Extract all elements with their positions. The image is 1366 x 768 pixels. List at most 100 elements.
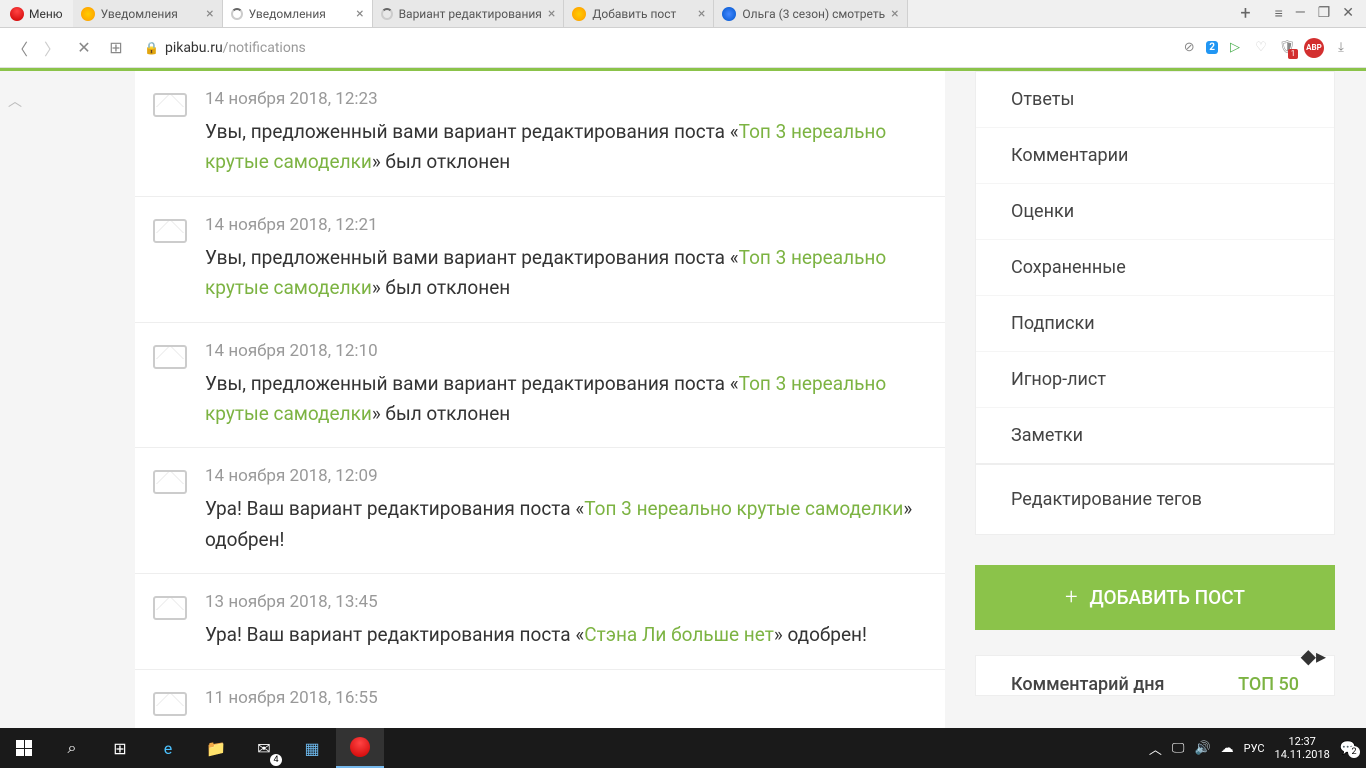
stop-button[interactable]: ✕ <box>72 36 96 60</box>
comment-of-day-widget: Комментарий дня ТОП 50 <box>975 655 1335 696</box>
browser-tab[interactable]: Уведомления × <box>223 0 373 27</box>
app-button[interactable]: ▦ <box>288 728 336 768</box>
tray-cloud-icon[interactable]: ☁ <box>1221 741 1234 756</box>
url-input[interactable]: 🔒 pikabu.ru/notifications <box>136 36 1164 60</box>
notification-date: 14 ноября 2018, 12:21 <box>205 215 925 235</box>
notification-date: 14 ноября 2018, 12:23 <box>205 89 925 109</box>
tab-favicon <box>722 7 736 21</box>
post-link[interactable]: Топ 3 нереально крутые самоделки <box>205 372 886 425</box>
heart-icon[interactable]: ♡ <box>1252 39 1270 57</box>
post-link[interactable]: Топ 3 нереально крутые самоделки <box>584 497 903 520</box>
scroll-top-button[interactable]: ︿ <box>8 91 22 111</box>
notification-date: 14 ноября 2018, 12:09 <box>205 466 925 486</box>
tab-close-icon[interactable]: × <box>206 6 213 22</box>
tray-volume-icon[interactable]: 🔊 <box>1194 741 1210 756</box>
sidebar-item[interactable]: Комментарии <box>976 128 1334 184</box>
clock[interactable]: 12:37 14.11.2018 <box>1275 735 1330 761</box>
back-button[interactable]: 〈 <box>8 36 32 60</box>
notification-item: 14 ноября 2018, 12:09 Ура! Ваш вариант ре… <box>135 448 945 574</box>
language-indicator[interactable]: РУС <box>1244 742 1265 755</box>
post-link[interactable]: Топ 3 нереально крутые самоделки <box>205 120 886 173</box>
menu-label: Меню <box>29 7 63 21</box>
sidebar-item[interactable]: Заметки <box>976 408 1334 463</box>
browser-tab[interactable]: Ольга (3 сезон) смотреть × <box>714 0 907 27</box>
start-button[interactable] <box>0 728 48 768</box>
search-button[interactable]: ⌕ <box>48 728 96 768</box>
tab-close-icon[interactable]: × <box>356 6 363 22</box>
explorer-button[interactable]: 📁 <box>192 728 240 768</box>
shield-icon[interactable]: 🛡1 <box>1278 39 1296 57</box>
post-link[interactable]: Стэна Ли больше нет <box>584 623 774 646</box>
opera-menu-button[interactable]: Меню <box>0 0 73 27</box>
tab-title: Добавить пост <box>592 7 692 21</box>
opera-taskbar-button[interactable] <box>336 728 384 768</box>
browser-tab[interactable]: Уведомления× <box>73 0 223 27</box>
sidebar-item[interactable]: Сохраненные <box>976 240 1334 296</box>
abp-icon[interactable]: ABP <box>1304 38 1324 58</box>
browser-tab[interactable]: Вариант редактирования × <box>373 0 565 27</box>
envelope-icon <box>135 89 205 178</box>
sidebar-item[interactable]: Оценки <box>976 184 1334 240</box>
tab-favicon <box>231 8 243 20</box>
comment-day-title: Комментарий дня <box>1011 674 1165 695</box>
sidebar-toggle-icon[interactable]: ≡ <box>1275 5 1283 22</box>
add-post-label: ДОБАВИТЬ ПОСТ <box>1090 586 1245 609</box>
notification-date: 11 ноября 2018, 16:55 <box>205 688 925 708</box>
notification-text: Увы, предложенный вами вариант редактиро… <box>205 369 925 430</box>
paint-bucket-icon[interactable]: ◆▸ <box>1301 644 1326 668</box>
notification-text: Увы, предложенный вами вариант редактиро… <box>205 243 925 304</box>
sidebar-item[interactable]: Подписки <box>976 296 1334 352</box>
tab-close-icon[interactable]: × <box>698 6 705 22</box>
tray-display-icon[interactable]: 🖵 <box>1172 741 1185 756</box>
task-view-button[interactable]: ⊞ <box>96 728 144 768</box>
forward-button[interactable]: 〉 <box>40 36 64 60</box>
sidebar-item-tag-edit[interactable]: Редактирование тегов <box>976 465 1334 534</box>
browser-tab[interactable]: Добавить пост × <box>564 0 714 27</box>
minimize-button[interactable]: — <box>1295 5 1306 22</box>
action-center-icon[interactable]: 💬2 <box>1340 741 1356 756</box>
notification-text: Увы, предложенный вами вариант редактиро… <box>205 117 925 178</box>
sidebar-menu: ОтветыКомментарииОценкиСохраненныеПодпис… <box>975 71 1335 464</box>
sidebar-item[interactable]: Ответы <box>976 72 1334 128</box>
post-link[interactable]: Топ 3 нереально крутые самоделки <box>205 246 886 299</box>
system-tray: ︿ 🖵 🔊 ☁ РУС 12:37 14.11.2018 💬2 <box>1149 735 1366 761</box>
envelope-icon <box>135 341 205 430</box>
tab-title: Уведомления <box>249 7 351 21</box>
notification-item: 13 ноября 2018, 13:45Ура! Ваш вариант ре… <box>135 574 945 669</box>
speed-dial-button[interactable]: ⊞ <box>104 36 128 60</box>
extension-badge[interactable]: 2 <box>1206 41 1218 54</box>
tab-close-icon[interactable]: × <box>548 6 555 22</box>
tab-title: Ольга (3 сезон) смотреть <box>742 7 885 21</box>
browser-tab-bar: Меню Уведомления×Уведомления×Вариант ред… <box>0 0 1366 28</box>
sync-icon[interactable]: ▷ <box>1226 39 1244 57</box>
page-content: ︿ 14 ноября 2018, 12:23 Увы, предложенный… <box>0 71 1366 728</box>
download-icon[interactable]: ⤓ <box>1332 39 1350 57</box>
tab-close-icon[interactable]: × <box>891 6 898 22</box>
windows-taskbar: ⌕ ⊞ e 📁 ✉4 ▦ ︿ 🖵 🔊 ☁ РУС 12:37 14.11.201… <box>0 728 1366 768</box>
notification-date: 13 ноября 2018, 13:45 <box>205 592 925 612</box>
envelope-icon <box>135 466 205 555</box>
tab-favicon <box>81 7 95 21</box>
top-50-link[interactable]: ТОП 50 <box>1238 674 1299 695</box>
tab-favicon <box>572 7 586 21</box>
url-text: pikabu.ru/notifications <box>165 40 306 56</box>
address-bar-icons: ⊘ 2 ▷ ♡ 🛡1 ABP ⤓ <box>1172 38 1358 58</box>
tab-title: Вариант редактирования <box>399 7 542 21</box>
notification-item: 14 ноября 2018, 12:23 Увы, предложенный в… <box>135 71 945 197</box>
notification-item: 14 ноября 2018, 12:21 Увы, предложенный в… <box>135 197 945 323</box>
maximize-button[interactable]: ❐ <box>1318 5 1331 22</box>
add-post-button[interactable]: + ДОБАВИТЬ ПОСТ <box>975 565 1335 630</box>
window-controls: ≡ — ❐ ✕ <box>1263 5 1366 22</box>
sidebar-item[interactable]: Игнор-лист <box>976 352 1334 408</box>
notification-text: Ура! Ваш вариант редактирования поста «Т… <box>205 494 925 555</box>
tabs-container: Уведомления×Уведомления×Вариант редактир… <box>73 0 1229 27</box>
tray-up-icon[interactable]: ︿ <box>1149 739 1162 758</box>
close-button[interactable]: ✕ <box>1342 5 1354 22</box>
sidebar: ОтветыКомментарииОценкиСохраненныеПодпис… <box>975 71 1335 728</box>
address-bar: 〈 〉 ✕ ⊞ 🔒 pikabu.ru/notifications ⊘ 2 ▷ … <box>0 28 1366 68</box>
new-tab-button[interactable]: + <box>1228 3 1262 24</box>
edge-button[interactable]: e <box>144 728 192 768</box>
mail-button[interactable]: ✉4 <box>240 728 288 768</box>
wand-icon[interactable]: ⊘ <box>1180 39 1198 57</box>
notification-date: 14 ноября 2018, 12:10 <box>205 341 925 361</box>
